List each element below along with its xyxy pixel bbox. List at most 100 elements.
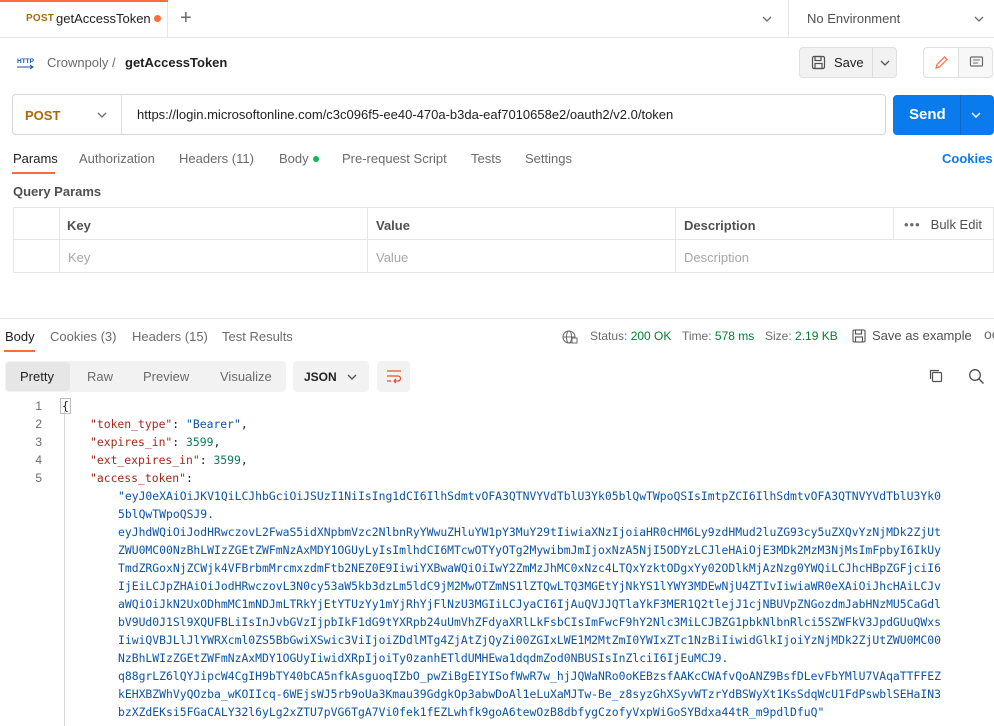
format-select[interactable]: JSON — [293, 361, 369, 392]
view-mode-visualize[interactable]: Visualize — [220, 369, 272, 384]
url-input[interactable]: https://login.microsoftonline.com/c3c096… — [137, 107, 673, 122]
response-tab-test-results[interactable]: Test Results — [222, 329, 293, 344]
more-options-icon[interactable]: ••• — [904, 217, 921, 232]
editor-mode-toggle — [923, 47, 993, 78]
copy-icon[interactable] — [928, 368, 944, 384]
query-params-title: Query Params — [13, 184, 102, 199]
unsaved-dot-icon — [154, 15, 161, 22]
new-tab-button[interactable]: + — [180, 8, 192, 28]
active-tab-indicator — [0, 0, 168, 2]
response-size[interactable]: Size: 2.19 KB — [765, 329, 838, 343]
code-line: { — [60, 398, 71, 414]
save-button-group: Save — [799, 47, 897, 78]
token-line: NzBhLWIzZGEtZWFmNzAxMDY1OGUyIiwidXRpIjoi… — [118, 651, 729, 665]
tab-body[interactable]: Body — [279, 151, 319, 166]
token-line: q88grLZ6lQYJipcW4CgIH9bTY40bCA5nfkAsguoq… — [118, 669, 941, 683]
tab-pre-request-script[interactable]: Pre-request Script — [342, 151, 447, 166]
column-divider — [893, 208, 894, 240]
save-split-divider — [872, 48, 873, 77]
tab-settings[interactable]: Settings — [525, 151, 572, 166]
network-globe-icon[interactable] — [562, 329, 578, 345]
bulk-edit-button[interactable]: ••• Bulk Edit — [904, 217, 982, 232]
response-tab-body[interactable]: Body — [5, 329, 35, 344]
tab-headers[interactable]: Headers (11) — [179, 151, 254, 166]
params-tab-underline — [12, 172, 55, 174]
column-header-value: Value — [376, 218, 410, 233]
format-select-value: JSON — [304, 370, 337, 384]
token-line: eyJhdWQiOiJodHRwczovL2FwaS5idXNpbmVzc2Nl… — [118, 525, 941, 539]
response-pane-divider[interactable] — [0, 318, 994, 319]
column-divider — [59, 208, 60, 272]
table-header-row: Key Value Description ••• Bulk Edit — [14, 208, 994, 240]
response-tab-cookies[interactable]: Cookies (3) — [50, 329, 116, 344]
request-tab-getaccesstoken[interactable]: POST getAccessToken — [0, 0, 168, 38]
token-line: bzXZdEKsi5FGaCALY32l6yLg2xZTU7pVG6TgA7Vi… — [118, 705, 825, 719]
param-value-input[interactable]: Value — [376, 250, 408, 265]
wrap-lines-icon — [387, 370, 402, 384]
tabs-dropdown-chevron-icon[interactable] — [760, 12, 774, 26]
save-icon — [852, 329, 866, 343]
environment-selector[interactable]: No Environment — [807, 11, 900, 26]
save-button[interactable]: Save — [834, 55, 864, 70]
breadcrumb-separator: / — [112, 55, 116, 70]
http-request-icon: HTTP — [17, 58, 35, 70]
response-time[interactable]: Time: 578 ms — [682, 329, 754, 343]
view-mode-pretty[interactable]: Pretty — [20, 369, 54, 384]
token-line: bV9Ud0J1Sl9XQUFBLiIsInJvbGVzIjpbIkF1dG9t… — [118, 615, 941, 629]
comment-icon — [969, 56, 984, 67]
line-number: 1 — [35, 399, 42, 413]
save-as-example-button[interactable]: Save as example — [852, 328, 972, 343]
tab-authorization[interactable]: Authorization — [79, 151, 155, 166]
tab-params[interactable]: Params — [13, 151, 58, 166]
send-options-chevron-icon[interactable] — [969, 108, 983, 122]
code-line: "ext_expires_in": 3599, — [90, 453, 248, 467]
edit-mode-button[interactable] — [924, 48, 959, 77]
response-view-mode-group: Pretty Raw Preview Visualize — [5, 361, 286, 392]
view-mode-raw[interactable]: Raw — [87, 369, 113, 384]
column-divider — [367, 208, 368, 272]
response-body-editor[interactable]: 1 2 3 4 5 { "token_type": "Bearer", "exp… — [0, 397, 994, 726]
view-mode-preview[interactable]: Preview — [143, 369, 189, 384]
body-active-dot-icon — [312, 156, 319, 162]
token-line: aWQiOiJkN2UxODhmMC1mNDJmLTRkYjEtYTUzYy1m… — [118, 597, 941, 611]
send-button-group: Send — [893, 95, 994, 135]
response-more-options-icon[interactable]: oo — [984, 326, 994, 342]
line-number: 3 — [35, 435, 42, 449]
param-description-input[interactable]: Description — [684, 250, 749, 265]
save-options-chevron-icon[interactable] — [878, 56, 892, 70]
environment-chevron-icon[interactable] — [972, 12, 986, 26]
indent-guide — [64, 411, 65, 726]
method-chevron-icon[interactable] — [95, 108, 109, 122]
response-status: Status: 200 OK — [590, 329, 672, 343]
token-line: IiwiQVBJLlJlYWRXcml0ZS5BbGwiXSwic3ViIjoi… — [118, 633, 941, 647]
tab-tests[interactable]: Tests — [471, 151, 501, 166]
send-button[interactable]: Send — [909, 106, 946, 123]
token-line: "eyJ0eXAiOiJKV1QiLCJhbGciOiJSUzI1NiIsIng… — [118, 489, 941, 503]
tab-strip: POST getAccessToken + No Environment — [0, 0, 994, 38]
wrap-lines-button[interactable] — [377, 361, 410, 392]
response-tab-headers[interactable]: Headers (15) — [132, 329, 208, 344]
format-chevron-icon — [347, 374, 357, 380]
line-number: 4 — [35, 453, 42, 467]
column-header-key: Key — [67, 218, 91, 233]
send-split-divider — [960, 95, 961, 135]
code-line: "expires_in": 3599, — [90, 435, 221, 449]
svg-text:HTTP: HTTP — [17, 58, 35, 65]
url-bar-divider — [121, 95, 122, 134]
tab-title: getAccessToken — [56, 11, 151, 26]
tab-method-badge: POST — [26, 13, 55, 24]
breadcrumb-request-name[interactable]: getAccessToken — [125, 55, 227, 70]
code-line: "access_token": — [90, 471, 193, 485]
query-params-table: Key Value Description ••• Bulk Edit Key V… — [13, 207, 994, 273]
cookies-link[interactable]: Cookies — [942, 151, 993, 166]
line-number: 2 — [35, 417, 42, 431]
pencil-icon — [935, 56, 948, 69]
headers-count: (11) — [231, 151, 254, 166]
breadcrumb-collection[interactable]: Crownpoly — [47, 55, 108, 70]
method-select[interactable]: POST — [25, 108, 60, 123]
param-key-input[interactable]: Key — [68, 250, 90, 265]
save-icon[interactable] — [811, 55, 826, 70]
search-icon[interactable] — [968, 368, 985, 385]
token-line: 5blQwTWpoQSJ9. — [118, 507, 215, 521]
column-header-description: Description — [684, 218, 756, 233]
